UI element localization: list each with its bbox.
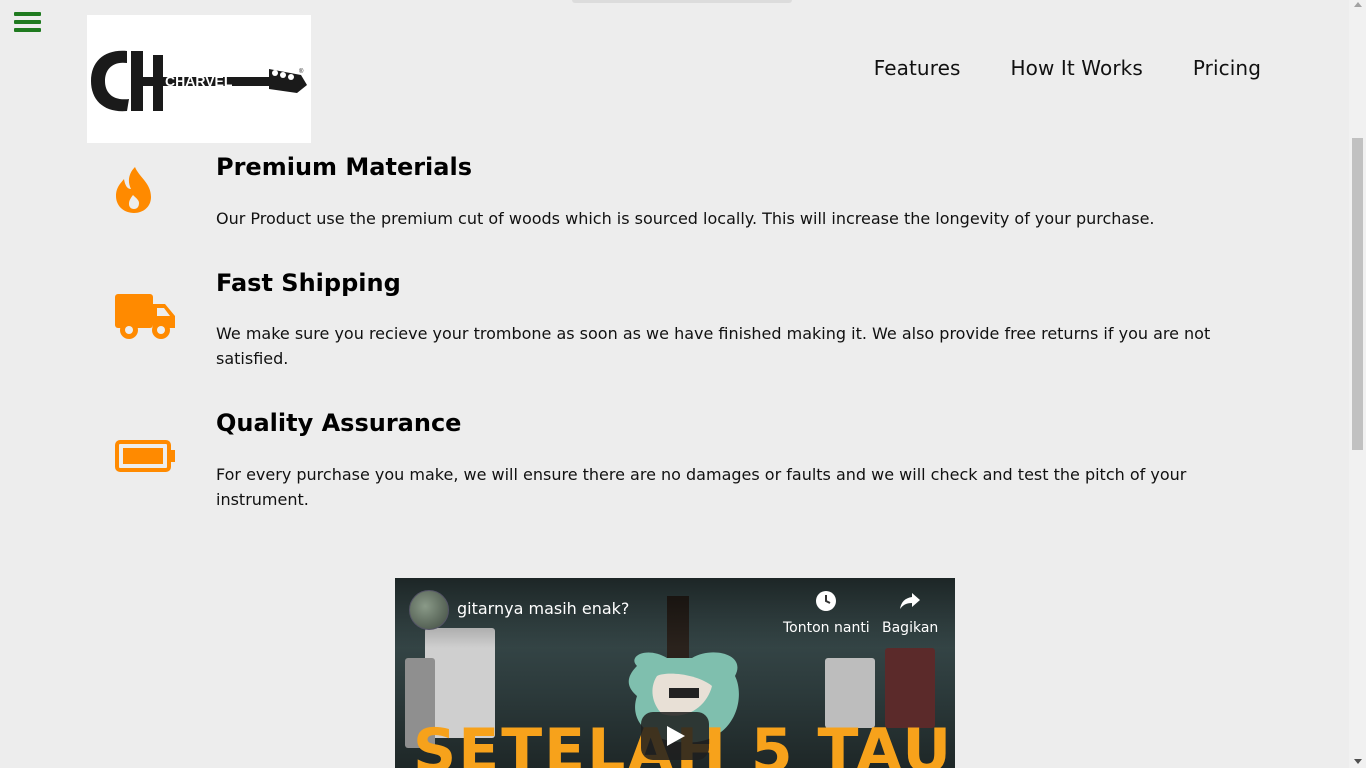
logo-letters: CHARVEL (165, 73, 233, 89)
nav-link-how-it-works[interactable]: How It Works (1011, 56, 1143, 80)
battery-icon (115, 440, 175, 472)
top-shadow (572, 0, 792, 3)
charvel-logo-mark: CHARVEL ® (91, 50, 307, 112)
feature-title: Quality Assurance (216, 409, 462, 437)
top-nav: Features How It Works Pricing (874, 56, 1261, 80)
scroll-down-arrow-icon[interactable] (1354, 759, 1362, 764)
watch-later-button[interactable]: Tonton nanti (783, 590, 870, 636)
watch-later-label: Tonton nanti (783, 620, 870, 636)
feature-title: Premium Materials (216, 153, 472, 181)
feature-title: Fast Shipping (216, 269, 401, 297)
video-title[interactable]: gitarnya masih enak? (457, 599, 629, 618)
hamburger-menu-icon[interactable] (14, 12, 41, 34)
channel-avatar[interactable] (409, 590, 449, 630)
share-button[interactable]: Bagikan (882, 590, 938, 636)
fire-icon (116, 167, 151, 213)
truck-icon (115, 294, 175, 339)
clock-icon (816, 591, 837, 611)
nav-link-features[interactable]: Features (874, 56, 961, 80)
charvel-logo[interactable]: CHARVEL ® (87, 15, 311, 143)
play-button[interactable] (641, 712, 709, 760)
feature-description: We make sure you recieve your trombone a… (216, 324, 1211, 368)
nav-link-pricing[interactable]: Pricing (1193, 56, 1261, 80)
feature-description: For every purchase you make, we will ens… (216, 465, 1187, 509)
scroll-up-arrow-icon[interactable] (1354, 2, 1362, 7)
feature-description: Our Product use the premium cut of woods… (216, 209, 1155, 228)
scrollbar-thumb[interactable] (1352, 138, 1363, 450)
youtube-video-embed[interactable]: gitarnya masih enak? Tonton nanti Bagika… (395, 578, 955, 768)
page-scrollbar[interactable] (1349, 0, 1366, 768)
share-label: Bagikan (882, 620, 939, 636)
share-icon (900, 593, 921, 609)
svg-text:®: ® (299, 68, 304, 75)
